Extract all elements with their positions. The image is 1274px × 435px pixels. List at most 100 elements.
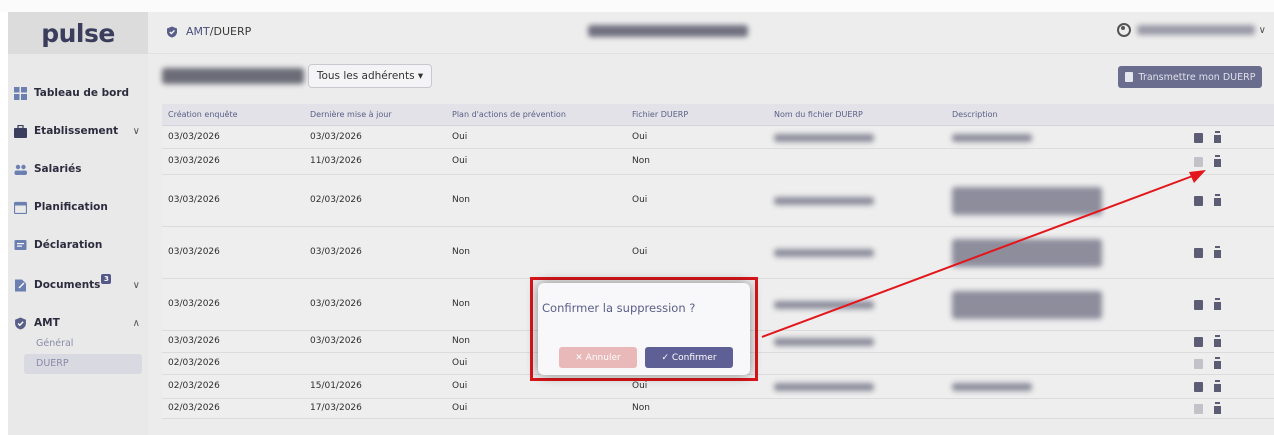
documents-icon bbox=[15, 279, 26, 291]
file-name-redacted bbox=[774, 134, 874, 142]
document-icon[interactable] bbox=[1194, 133, 1203, 143]
sidebar-item-planification[interactable]: Planification bbox=[8, 188, 148, 226]
user-name-redacted bbox=[1136, 25, 1255, 35]
building-icon bbox=[14, 124, 27, 138]
column-header: Fichier DUERP bbox=[632, 110, 689, 119]
table-cell-plan: Oui bbox=[452, 132, 468, 142]
declaration-icon bbox=[14, 239, 27, 250]
sidebar-item-label: AMT bbox=[34, 317, 60, 329]
table-row: 02/03/2026 17/03/2026 Oui Non bbox=[162, 399, 1274, 419]
file-icon bbox=[1124, 72, 1133, 82]
document-icon[interactable] bbox=[1194, 196, 1203, 206]
breadcrumb: AMT / DUERP bbox=[166, 25, 251, 38]
table-cell-plan: Oui bbox=[452, 156, 468, 166]
trash-icon[interactable] bbox=[1214, 382, 1221, 392]
table-cell-plan: Non bbox=[452, 336, 470, 346]
trash-icon[interactable] bbox=[1214, 196, 1221, 206]
shield-icon bbox=[15, 317, 26, 329]
description-redacted bbox=[952, 134, 1032, 142]
user-icon bbox=[1116, 23, 1131, 37]
document-icon[interactable] bbox=[1194, 382, 1203, 392]
table-cell-updated: 03/03/2026 bbox=[310, 247, 362, 257]
sidebar-item-etablissement[interactable]: Etablissement ∨ bbox=[8, 112, 148, 150]
sidebar-item-declaration[interactable]: Déclaration bbox=[8, 226, 148, 264]
sidebar-item-tableau-de-bord[interactable]: Tableau de bord bbox=[8, 74, 148, 112]
file-name-redacted bbox=[774, 301, 874, 309]
column-header: Description bbox=[952, 110, 998, 119]
table-header: Création enquête Dernière mise à jour Pl… bbox=[162, 104, 1274, 126]
user-menu[interactable]: ∨ bbox=[1116, 23, 1266, 37]
table-cell-updated: 02/03/2026 bbox=[310, 195, 362, 205]
sidebar-subitem-general[interactable]: Général bbox=[36, 338, 73, 349]
logo-area[interactable]: pulse bbox=[8, 12, 148, 54]
column-header: Création enquête bbox=[168, 110, 238, 119]
pulse-logo: pulse bbox=[41, 18, 115, 48]
table-cell-plan: Non bbox=[452, 299, 470, 309]
documents-count-badge: 3 bbox=[101, 274, 112, 284]
trash-icon[interactable] bbox=[1214, 337, 1221, 347]
table-cell-created: 03/03/2026 bbox=[168, 336, 220, 346]
breadcrumb-current: DUERP bbox=[213, 25, 252, 38]
trash-icon[interactable] bbox=[1214, 404, 1221, 414]
trash-icon[interactable] bbox=[1214, 300, 1221, 310]
table-cell-created: 03/03/2026 bbox=[168, 299, 220, 309]
table-cell-file: Oui bbox=[632, 381, 648, 391]
table-cell-updated: 15/01/2026 bbox=[310, 381, 362, 391]
table-cell-file: Non bbox=[632, 156, 650, 166]
trash-icon[interactable] bbox=[1214, 133, 1221, 143]
trash-icon[interactable] bbox=[1214, 157, 1221, 167]
breadcrumb-amt-link[interactable]: AMT bbox=[186, 25, 210, 38]
column-header: Plan d'actions de prévention bbox=[452, 110, 566, 119]
company-name-redacted bbox=[162, 68, 304, 84]
table-cell-created: 02/03/2026 bbox=[168, 381, 220, 391]
document-icon[interactable] bbox=[1194, 248, 1203, 258]
shield-icon bbox=[167, 26, 177, 37]
table-cell-plan: Oui bbox=[452, 381, 468, 391]
table-cell-file: Oui bbox=[632, 132, 648, 142]
sidebar: Tableau de bord Etablissement ∨ Salariés… bbox=[8, 54, 148, 435]
top-strip bbox=[0, 0, 1274, 12]
transmit-duerp-label: Transmettre mon DUERP bbox=[1138, 71, 1256, 83]
adherents-filter-dropdown[interactable]: Tous les adhérents ▾ bbox=[308, 64, 432, 88]
table-row: 03/03/2026 02/03/2026 Non Oui bbox=[162, 175, 1274, 227]
sidebar-item-label: Déclaration bbox=[34, 239, 103, 251]
document-icon[interactable] bbox=[1194, 404, 1203, 414]
confirm-button[interactable]: ✓ Confirmer bbox=[645, 347, 733, 368]
sidebar-item-label: Tableau de bord bbox=[34, 87, 130, 99]
table-cell-created: 03/03/2026 bbox=[168, 195, 220, 205]
sidebar-item-label: Salariés bbox=[34, 163, 82, 175]
transmit-duerp-button[interactable]: Transmettre mon DUERP bbox=[1118, 66, 1262, 88]
table-cell-created: 03/03/2026 bbox=[168, 132, 220, 142]
sidebar-item-documents[interactable]: Documents 3 ∨ bbox=[8, 266, 148, 304]
sidebar-item-amt[interactable]: AMT ∧ bbox=[8, 304, 148, 342]
sidebar-item-label: Documents bbox=[34, 279, 101, 291]
table-cell-plan: Oui bbox=[452, 358, 468, 368]
sidebar-subitem-duerp[interactable]: DUERP bbox=[36, 358, 69, 369]
file-name-redacted bbox=[774, 383, 874, 391]
chevron-up-icon: ∧ bbox=[132, 317, 140, 329]
trash-icon[interactable] bbox=[1214, 248, 1221, 258]
chevron-down-icon: ∨ bbox=[132, 125, 140, 137]
table-cell-file: Non bbox=[632, 403, 650, 413]
document-icon[interactable] bbox=[1194, 337, 1203, 347]
table-cell-updated: 11/03/2026 bbox=[310, 156, 362, 166]
table-cell-file: Oui bbox=[632, 247, 648, 257]
cancel-button[interactable]: ✕ Annuler bbox=[559, 347, 637, 368]
header-bar: AMT / DUERP ∨ bbox=[148, 12, 1274, 54]
description-redacted bbox=[952, 239, 1102, 267]
document-icon[interactable] bbox=[1194, 359, 1203, 369]
table-cell-created: 03/03/2026 bbox=[168, 156, 220, 166]
sidebar-item-label: Planification bbox=[34, 201, 108, 213]
chevron-down-icon: ∨ bbox=[1258, 24, 1266, 36]
file-name-redacted bbox=[774, 338, 874, 346]
table-cell-plan: Non bbox=[452, 247, 470, 257]
document-icon[interactable] bbox=[1194, 157, 1203, 167]
sidebar-item-salaries[interactable]: Salariés bbox=[8, 150, 148, 188]
app-root: pulse AMT / DUERP ∨ Tableau de bord Etab… bbox=[0, 0, 1274, 435]
description-redacted bbox=[952, 187, 1102, 215]
document-icon[interactable] bbox=[1194, 300, 1203, 310]
trash-icon[interactable] bbox=[1214, 359, 1221, 369]
description-redacted bbox=[952, 383, 1032, 391]
table-cell-updated: 17/03/2026 bbox=[310, 403, 362, 413]
table-cell-updated: 03/03/2026 bbox=[310, 336, 362, 346]
